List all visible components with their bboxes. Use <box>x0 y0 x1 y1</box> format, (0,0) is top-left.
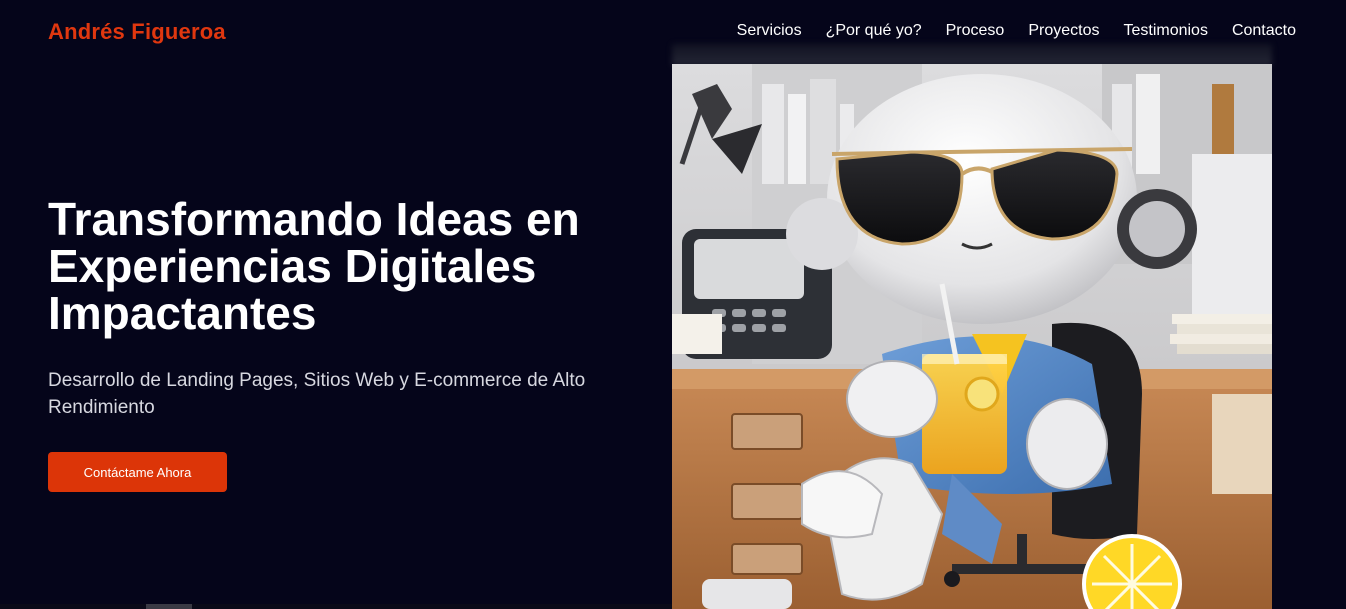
contact-cta-button[interactable]: Contáctame Ahora <box>48 452 227 492</box>
scroll-indicator <box>146 604 192 609</box>
site-logo[interactable]: Andrés Figueroa <box>48 19 226 45</box>
nav-link-servicios[interactable]: Servicios <box>737 22 802 40</box>
hero-title-line: Experiencias Digitales <box>48 240 537 292</box>
nav-link-proyectos[interactable]: Proyectos <box>1028 22 1099 40</box>
hero-title: Transformando Ideas en Experiencias Digi… <box>48 196 648 337</box>
hero-title-line: Transformando Ideas en <box>48 193 580 245</box>
nav-link-contacto[interactable]: Contacto <box>1232 22 1296 40</box>
nav-link-por-que-yo[interactable]: ¿Por qué yo? <box>826 22 922 40</box>
image-top-blur <box>672 44 1272 66</box>
hero-robot-image <box>672 64 1272 609</box>
hero-title-line: Impactantes <box>48 287 317 339</box>
nav-link-proceso[interactable]: Proceso <box>946 22 1005 40</box>
landing-page: Andrés Figueroa Servicios ¿Por qué yo? P… <box>0 0 1346 609</box>
scroll-strip <box>0 604 672 609</box>
hero-subtitle: Desarrollo de Landing Pages, Sitios Web … <box>48 370 586 418</box>
main-nav: Servicios ¿Por qué yo? Proceso Proyectos… <box>737 22 1296 40</box>
nav-link-testimonios[interactable]: Testimonios <box>1123 22 1207 40</box>
